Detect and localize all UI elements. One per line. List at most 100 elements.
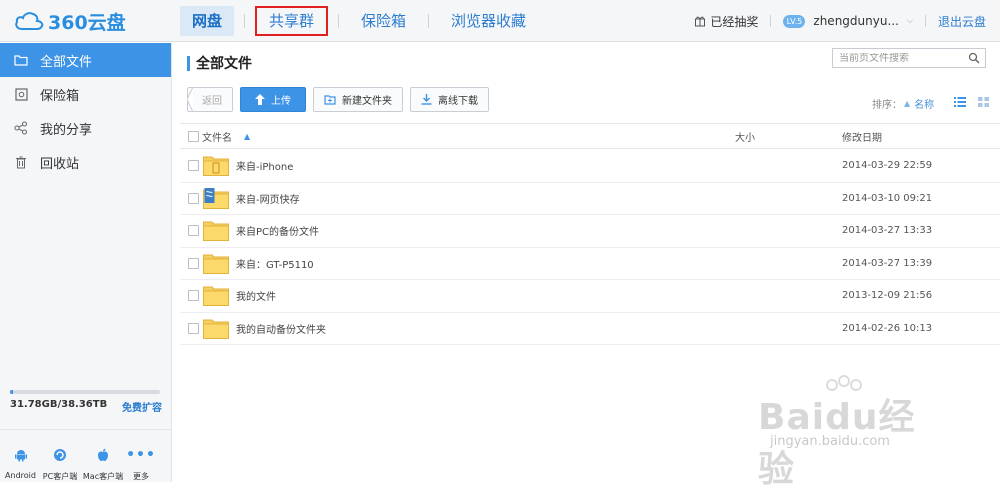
sort-field-link[interactable]: 名称 [914,96,934,111]
upload-button[interactable]: 上传 [240,87,306,112]
phone-folder-icon [203,154,229,179]
file-row[interactable]: 我的文件 2013-12-09 21:56 [180,280,1000,313]
file-date: 2013-12-09 21:56 [842,290,933,302]
sidebar-item-safe-box[interactable]: 保险箱 [0,77,171,111]
header-divider [924,15,926,27]
header-right: 已经抽奖 LV.5 zhengdunyu... ⌵ 退出云盘 [694,0,986,42]
quota-bar-fill [10,390,13,394]
list-view-icon[interactable] [954,97,967,110]
row-checkbox[interactable] [188,322,199,334]
logo-text: 360云盘 [48,11,126,34]
client-pc[interactable]: PC客户端 [41,445,79,482]
nav-share-group[interactable]: 共享群 [255,6,329,36]
web-folder-icon [203,187,229,212]
new-folder-button[interactable]: 新建文件夹 [313,87,403,112]
client-more[interactable]: ••• 更多 [126,445,156,482]
nav-divider [244,14,246,28]
row-checkbox[interactable] [188,225,199,237]
row-checkbox[interactable] [188,192,199,204]
username: zhengdunyu... [813,14,899,28]
file-row[interactable]: 来自PC的备份文件 2014-03-27 13:33 [180,215,1000,248]
nav-divider [338,14,340,28]
select-all-checkbox[interactable] [188,130,199,142]
cloud-logo-icon [15,12,44,30]
android-icon [14,445,27,465]
main-nav: 网盘 共享群 保险箱 浏览器收藏 [180,6,538,36]
back-arrow-icon [187,87,193,112]
page-title: 全部文件 [196,56,252,72]
client-downloads: Android PC客户端 Mac客户端 ••• 更多 [0,445,172,482]
file-row[interactable]: 来自-iPhone 2014-03-29 22:59 [180,150,1000,183]
baidu-watermark: Baidu经验 jingyan.baidu.com [752,375,952,490]
gift-icon [695,16,706,27]
nav-safe-box[interactable]: 保险箱 [349,6,418,36]
file-name: 来自：GT-P5110 [236,259,314,271]
file-name: 来自-网页快存 [236,194,300,206]
level-badge: LV.5 [783,14,806,28]
title-marker [187,55,190,71]
file-name: 来自PC的备份文件 [236,227,320,239]
sort-up-icon: ▲ [904,99,911,108]
file-row[interactable]: 我的自动备份文件夹 2014-02-26 10:13 [180,313,1000,345]
sidebar-item-label: 回收站 [40,156,80,172]
file-name: 我的文件 [236,292,276,304]
file-row[interactable]: 来自-网页快存 2014-03-10 09:21 [180,183,1000,215]
chevron-down-icon: ⌵ [906,16,913,25]
file-date: 2014-03-27 13:33 [842,225,933,237]
row-checkbox[interactable] [188,160,199,172]
column-date-header[interactable]: 修改日期 [842,129,882,144]
search-input[interactable] [839,52,967,64]
download-icon [421,94,432,105]
sidebar-item-label: 全部文件 [40,54,93,70]
client-label: Mac客户端 [82,472,124,481]
sidebar-item-recycle-bin[interactable]: 回收站 [0,145,171,179]
row-checkbox[interactable] [188,257,199,269]
column-name-header[interactable]: 文件名 ▲ [202,129,250,144]
logout-link[interactable]: 退出云盘 [938,13,986,30]
file-date: 2014-02-26 10:13 [842,322,933,334]
file-date: 2014-03-10 09:21 [842,192,933,204]
folder-icon [203,219,229,244]
column-name-label: 文件名 [202,132,232,144]
client-mac[interactable]: Mac客户端 [79,445,127,482]
row-checkbox[interactable] [188,290,199,302]
lottery-link[interactable]: 已经抽奖 [694,13,758,30]
nav-browser-favorites[interactable]: 浏览器收藏 [439,6,538,36]
offline-download-button[interactable]: 离线下载 [410,87,489,112]
back-button[interactable]: 返回 [187,87,233,112]
offline-download-label: 离线下载 [438,96,478,107]
new-folder-icon [324,94,336,105]
header-divider [770,15,772,27]
trash-icon [14,155,28,169]
nav-divider [428,14,430,28]
lottery-text: 已经抽奖 [710,14,759,29]
sidebar-divider [0,429,171,430]
file-row[interactable]: 来自：GT-P5110 2014-03-27 13:39 [180,248,1000,280]
user-menu[interactable]: LV.5 zhengdunyu... ⌵ [783,14,913,28]
sort-label: 排序： [872,100,902,111]
more-icon: ••• [126,447,156,463]
client-label: Android [5,471,36,480]
page-title-row: 全部文件 [187,53,252,73]
folder-icon [14,53,28,67]
grid-view-icon[interactable] [978,97,990,110]
watermark-subtext: jingyan.baidu.com [770,434,890,449]
sidebar-item-label: 保险箱 [40,88,80,104]
file-date: 2014-03-29 22:59 [842,160,933,172]
file-table-header: 文件名 ▲ 大小 修改日期 [180,123,1000,149]
sidebar-item-my-shares[interactable]: 我的分享 [0,111,171,145]
upload-icon [255,94,265,105]
pc-client-icon [53,445,67,465]
logo[interactable]: 360云盘 [14,8,126,34]
client-label: PC客户端 [42,472,78,481]
storage-quota: 31.78GB/38.36TB 免费扩容 [10,390,162,414]
sidebar-item-all-files[interactable]: 全部文件 [0,43,171,77]
file-name: 我的自动备份文件夹 [236,324,326,336]
client-android[interactable]: Android [0,445,41,482]
sidebar-item-label: 我的分享 [40,122,93,138]
nav-netdisk[interactable]: 网盘 [180,6,235,36]
search-icon[interactable] [968,52,980,67]
column-size-header[interactable]: 大小 [735,129,755,144]
safe-icon [14,87,28,101]
free-expand-link[interactable]: 免费扩容 [122,399,162,414]
